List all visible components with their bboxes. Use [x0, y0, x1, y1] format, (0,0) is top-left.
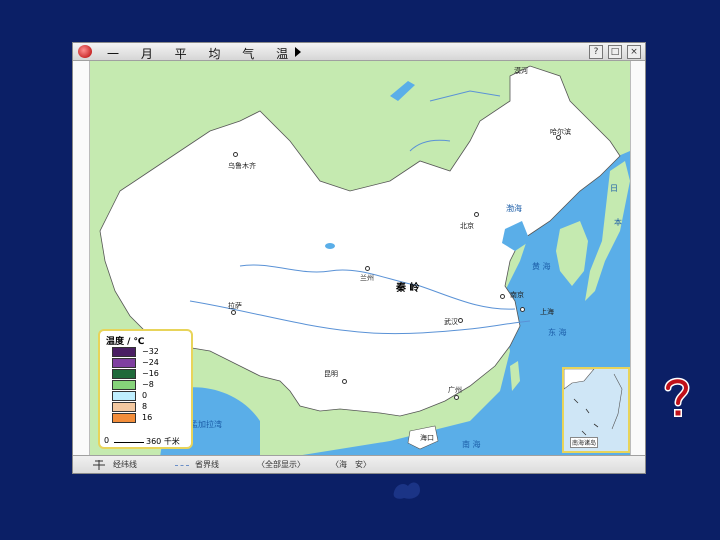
- label-harbin: 哈尔滨: [550, 128, 571, 136]
- label-guangzhou: 广州: [448, 386, 462, 394]
- legend-swatch: [112, 402, 136, 412]
- city-guangzhou: [454, 395, 459, 400]
- qinling-label: 秦 岭: [396, 283, 420, 294]
- legend-swatch: [112, 391, 136, 401]
- label-urumqi: 乌鲁木齐: [228, 162, 256, 170]
- question-mark-icon[interactable]: [664, 376, 690, 420]
- scale-bar: [114, 442, 144, 443]
- border-line-icon: [175, 465, 189, 466]
- city-shanghai: [520, 307, 525, 312]
- map-canvas[interactable]: 漠河 哈尔滨 乌鲁木齐 北京 兰州 秦 岭 拉萨 南京 上海 武汉 昆明 广州 …: [89, 61, 631, 457]
- label-nanjing: 南京: [510, 291, 524, 299]
- legend-label: −24: [142, 358, 159, 367]
- label-lanzhou: 兰州: [360, 274, 374, 282]
- city-kunming: [342, 379, 347, 384]
- legend-swatch: [112, 358, 136, 368]
- inset-label: 南海诸岛: [570, 437, 599, 448]
- close-button[interactable]: ×: [627, 45, 641, 59]
- city-wuhan: [458, 318, 463, 323]
- show-all-button[interactable]: 〈全部显示〉: [257, 459, 305, 470]
- app-logo-icon: [78, 45, 92, 58]
- sea-button[interactable]: 〈海 安〉: [331, 459, 371, 470]
- help-button[interactable]: ?: [589, 45, 603, 59]
- city-urumqi: [233, 152, 238, 157]
- legend-swatch: [112, 413, 136, 423]
- maximize-button[interactable]: □: [608, 45, 622, 59]
- legend-swatch: [112, 347, 136, 357]
- city-nanjing: [500, 294, 505, 299]
- left-margin: [73, 61, 89, 457]
- label-mohe: 漠河: [514, 67, 528, 75]
- label-lhasa: 拉萨: [228, 302, 242, 310]
- right-margin: [629, 61, 645, 457]
- city-lanzhou: [365, 266, 370, 271]
- city-beijing: [474, 212, 479, 217]
- label-nanhai: 南 海: [462, 440, 481, 449]
- label-japan-1: 日: [610, 184, 618, 193]
- label-shanghai: 上海: [540, 308, 554, 316]
- legend-label: −32: [142, 347, 159, 356]
- legend-swatch: [112, 380, 136, 390]
- label-beijing: 北京: [460, 222, 474, 230]
- window-title: 一 月 平 均 气 温: [107, 47, 298, 61]
- play-arrow-icon[interactable]: [295, 47, 301, 57]
- toggle-grid[interactable]: 经纬线: [113, 459, 137, 470]
- label-donghai: 东 海: [548, 328, 567, 337]
- map-window: 一 月 平 均 气 温 ? □ × 漠河 哈尔滨 乌鲁木齐 北京 兰州 秦 岭 …: [72, 42, 646, 474]
- scale-text: 360 千米: [146, 437, 180, 446]
- south-china-sea-inset: 南海诸岛: [562, 367, 630, 453]
- label-bohai: 渤海: [506, 204, 522, 213]
- legend-swatch: [112, 369, 136, 379]
- title-bar: 一 月 平 均 气 温 ? □ ×: [73, 43, 645, 61]
- status-bar: 经纬线 省界线 〈全部显示〉 〈海 安〉: [73, 455, 645, 473]
- legend-title: 温度 / ℃: [106, 337, 145, 347]
- legend-label: −8: [142, 380, 154, 389]
- legend-label: 16: [142, 413, 153, 422]
- temperature-legend: 温度 / ℃ −32 −24 −16 −8 0 8 16 0 360 千米: [98, 329, 193, 449]
- grid-icon[interactable]: [93, 460, 105, 470]
- legend-label: 8: [142, 402, 148, 411]
- label-wuhan: 武汉: [444, 318, 458, 326]
- label-kunming: 昆明: [324, 370, 338, 378]
- label-huanghai: 黄 海: [532, 262, 551, 271]
- scale-zero: 0: [104, 436, 110, 445]
- legend-label: −16: [142, 369, 159, 378]
- legend-label: 0: [142, 391, 148, 400]
- label-bengal: 孟加拉湾: [190, 420, 222, 429]
- toggle-border[interactable]: 省界线: [195, 459, 219, 470]
- decoration-icon: [393, 482, 420, 499]
- label-haikou: 海口: [420, 434, 434, 442]
- label-japan-2: 本: [614, 218, 622, 227]
